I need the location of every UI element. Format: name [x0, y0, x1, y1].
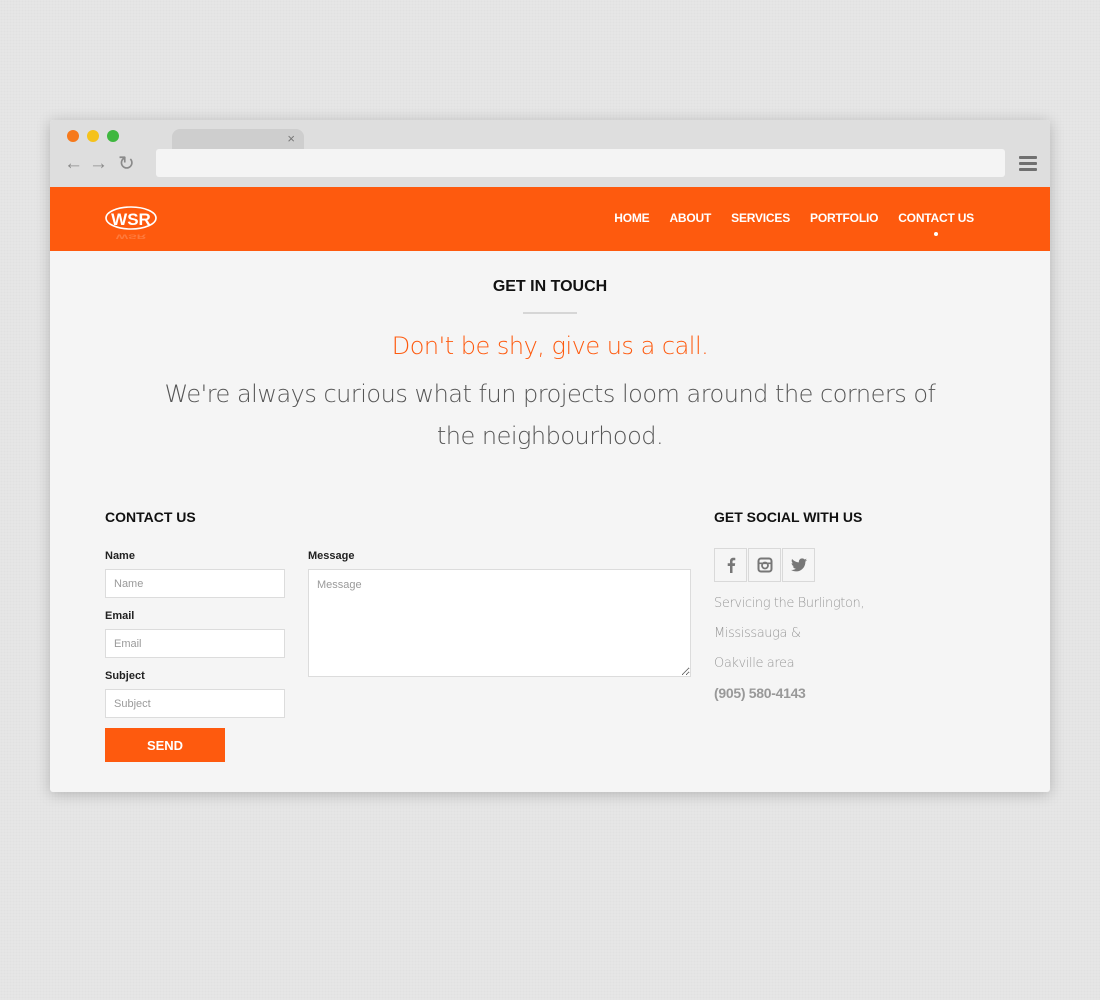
wsr-logo[interactable]: WSR WSR — [104, 205, 158, 239]
facebook-button[interactable] — [714, 548, 747, 582]
forward-icon[interactable]: → — [89, 153, 108, 175]
instagram-button[interactable] — [748, 548, 781, 582]
browser-menu-icon[interactable] — [1019, 156, 1037, 174]
message-label: Message — [308, 550, 355, 562]
message-field[interactable] — [308, 569, 691, 677]
nav-portfolio[interactable]: PORTFOLIO — [810, 211, 878, 225]
nav-services[interactable]: SERVICES — [731, 211, 790, 225]
phone-number[interactable]: (905) 580-4143 — [714, 685, 806, 701]
contact-heading: CONTACT US — [105, 509, 196, 525]
nav-about[interactable]: ABOUT — [669, 211, 711, 225]
nav-home[interactable]: HOME — [614, 211, 649, 225]
browser-chrome: × ← → ↻ — [50, 120, 1050, 187]
nav-contact-us[interactable]: CONTACT US — [898, 211, 974, 236]
logo-text: WSR — [111, 210, 151, 229]
service-area-line-3: Oakville area — [714, 656, 795, 671]
twitter-icon — [790, 558, 807, 572]
browser-tab[interactable]: × — [172, 129, 304, 151]
name-field[interactable] — [105, 569, 285, 598]
browser-window: × ← → ↻ WSR WSR HOME ABOUT SERVICES PORT… — [50, 120, 1050, 792]
nav-about-label: ABOUT — [669, 211, 712, 225]
back-icon[interactable]: ← — [64, 153, 83, 175]
facebook-icon — [727, 557, 735, 573]
main-nav: HOME ABOUT SERVICES PORTFOLIO CONTACT US — [594, 211, 974, 236]
reload-icon[interactable]: ↻ — [118, 153, 135, 175]
minimize-window-button[interactable] — [87, 130, 99, 142]
nav-services-label: SERVICES — [731, 211, 791, 225]
maximize-window-button[interactable] — [107, 130, 119, 142]
intro-description: We're always curious what fun projects l… — [164, 380, 936, 450]
instagram-icon — [757, 557, 772, 573]
email-label: Email — [105, 610, 135, 622]
twitter-button[interactable] — [782, 548, 815, 582]
active-indicator — [934, 232, 939, 236]
address-bar[interactable] — [156, 149, 1005, 177]
service-area-line-2: Mississauga & — [714, 626, 801, 641]
tab-close-icon[interactable]: × — [287, 131, 295, 147]
tagline: Don't be shy, give us a call. — [391, 332, 709, 360]
send-button[interactable]: SEND — [105, 728, 225, 762]
email-field[interactable] — [105, 629, 285, 658]
subject-field[interactable] — [105, 689, 285, 718]
social-heading: GET SOCIAL WITH US — [714, 509, 863, 525]
contact-section: GET IN TOUCH Don't be shy, give us a cal… — [50, 251, 1050, 792]
service-area-line-1: Servicing the Burlington, — [714, 596, 865, 611]
title-divider — [523, 312, 577, 314]
nav-portfolio-label: PORTFOLIO — [810, 211, 879, 225]
logo-reflection: WSR — [116, 233, 147, 239]
site-header: WSR WSR HOME ABOUT SERVICES PORTFOLIO CO… — [50, 187, 1050, 251]
close-window-button[interactable] — [67, 130, 79, 142]
nav-home-label: HOME — [614, 211, 650, 225]
name-label: Name — [105, 550, 135, 562]
nav-contact-us-label: CONTACT US — [898, 211, 974, 225]
subject-label: Subject — [105, 670, 145, 682]
section-title: GET IN TOUCH — [492, 278, 608, 295]
